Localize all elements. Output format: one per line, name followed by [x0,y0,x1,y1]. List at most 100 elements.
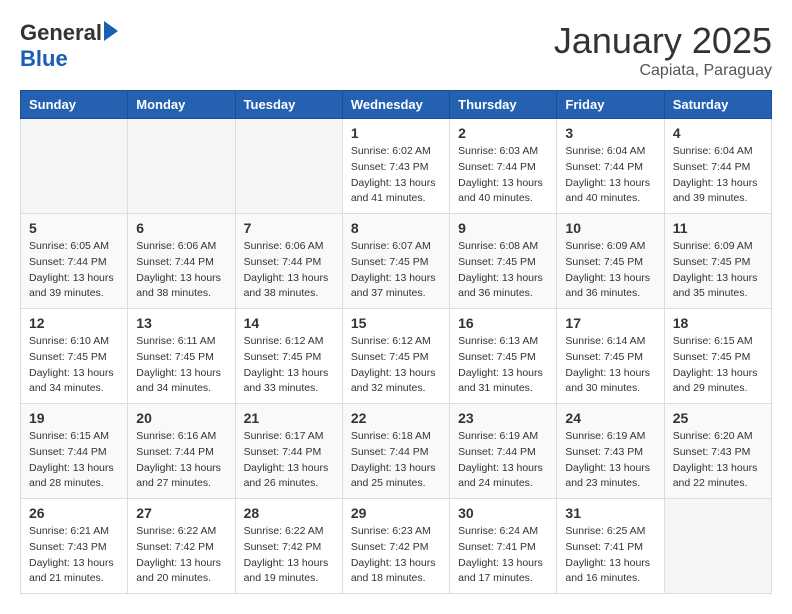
calendar-cell: 19 Sunrise: 6:15 AMSunset: 7:44 PMDayligh… [21,404,128,499]
calendar-cell: 5 Sunrise: 6:05 AMSunset: 7:44 PMDaylight… [21,214,128,309]
calendar-cell: 9 Sunrise: 6:08 AMSunset: 7:45 PMDaylight… [450,214,557,309]
weekday-header-wednesday: Wednesday [342,91,449,119]
weekday-header-thursday: Thursday [450,91,557,119]
day-info: Sunrise: 6:19 AMSunset: 7:43 PMDaylight:… [565,429,655,492]
day-number: 19 [29,410,119,426]
day-number: 13 [136,315,226,331]
day-info: Sunrise: 6:19 AMSunset: 7:44 PMDaylight:… [458,429,548,492]
day-number: 5 [29,220,119,236]
day-number: 16 [458,315,548,331]
calendar-cell [21,119,128,214]
day-info: Sunrise: 6:07 AMSunset: 7:45 PMDaylight:… [351,239,441,302]
day-info: Sunrise: 6:04 AMSunset: 7:44 PMDaylight:… [565,144,655,207]
day-number: 9 [458,220,548,236]
logo-blue-text: Blue [20,46,68,72]
calendar-cell: 26 Sunrise: 6:21 AMSunset: 7:43 PMDayligh… [21,499,128,594]
location-subtitle: Capiata, Paraguay [554,62,772,80]
logo-arrow-icon [104,21,118,41]
calendar-cell: 13 Sunrise: 6:11 AMSunset: 7:45 PMDayligh… [128,309,235,404]
day-info: Sunrise: 6:02 AMSunset: 7:43 PMDaylight:… [351,144,441,207]
day-number: 25 [673,410,763,426]
calendar-cell: 16 Sunrise: 6:13 AMSunset: 7:45 PMDayligh… [450,309,557,404]
calendar-cell: 25 Sunrise: 6:20 AMSunset: 7:43 PMDayligh… [664,404,771,499]
calendar-cell: 23 Sunrise: 6:19 AMSunset: 7:44 PMDayligh… [450,404,557,499]
calendar-cell: 3Sunrise: 6:04 AMSunset: 7:44 PMDaylight… [557,119,664,214]
day-info: Sunrise: 6:12 AMSunset: 7:45 PMDaylight:… [244,334,334,397]
day-info: Sunrise: 6:09 AMSunset: 7:45 PMDaylight:… [565,239,655,302]
day-number: 1 [351,125,441,141]
day-info: Sunrise: 6:22 AMSunset: 7:42 PMDaylight:… [136,524,226,587]
calendar-cell: 30Sunrise: 6:24 AMSunset: 7:41 PMDayligh… [450,499,557,594]
calendar-cell: 11 Sunrise: 6:09 AMSunset: 7:45 PMDayligh… [664,214,771,309]
day-info: Sunrise: 6:11 AMSunset: 7:45 PMDaylight:… [136,334,226,397]
title-block: January 2025 Capiata, Paraguay [554,20,772,80]
day-info: Sunrise: 6:22 AMSunset: 7:42 PMDaylight:… [244,524,334,587]
day-info: Sunrise: 6:15 AMSunset: 7:44 PMDaylight:… [29,429,119,492]
day-number: 6 [136,220,226,236]
day-info: Sunrise: 6:14 AMSunset: 7:45 PMDaylight:… [565,334,655,397]
day-info: Sunrise: 6:15 AMSunset: 7:45 PMDaylight:… [673,334,763,397]
day-number: 14 [244,315,334,331]
day-info: Sunrise: 6:10 AMSunset: 7:45 PMDaylight:… [29,334,119,397]
day-info: Sunrise: 6:13 AMSunset: 7:45 PMDaylight:… [458,334,548,397]
calendar-cell: 17 Sunrise: 6:14 AMSunset: 7:45 PMDayligh… [557,309,664,404]
calendar-cell [235,119,342,214]
month-title: January 2025 [554,20,772,62]
weekday-header-tuesday: Tuesday [235,91,342,119]
day-info: Sunrise: 6:12 AMSunset: 7:45 PMDaylight:… [351,334,441,397]
calendar-cell: 20 Sunrise: 6:16 AMSunset: 7:44 PMDayligh… [128,404,235,499]
day-number: 17 [565,315,655,331]
day-info: Sunrise: 6:21 AMSunset: 7:43 PMDaylight:… [29,524,119,587]
calendar-cell: 24 Sunrise: 6:19 AMSunset: 7:43 PMDayligh… [557,404,664,499]
calendar-cell: 7Sunrise: 6:06 AMSunset: 7:44 PMDaylight… [235,214,342,309]
day-info: Sunrise: 6:17 AMSunset: 7:44 PMDaylight:… [244,429,334,492]
calendar-cell: 1 Sunrise: 6:02 AMSunset: 7:43 PMDaylight… [342,119,449,214]
day-info: Sunrise: 6:06 AMSunset: 7:44 PMDaylight:… [244,239,334,302]
calendar-cell: 31 Sunrise: 6:25 AMSunset: 7:41 PMDayligh… [557,499,664,594]
day-info: Sunrise: 6:08 AMSunset: 7:45 PMDaylight:… [458,239,548,302]
day-number: 22 [351,410,441,426]
calendar-cell: 18 Sunrise: 6:15 AMSunset: 7:45 PMDayligh… [664,309,771,404]
day-info: Sunrise: 6:24 AMSunset: 7:41 PMDaylight:… [458,524,548,587]
day-number: 12 [29,315,119,331]
weekday-header-sunday: Sunday [21,91,128,119]
calendar-cell [128,119,235,214]
calendar-cell: 28Sunrise: 6:22 AMSunset: 7:42 PMDayligh… [235,499,342,594]
day-info: Sunrise: 6:05 AMSunset: 7:44 PMDaylight:… [29,239,119,302]
calendar-cell [664,499,771,594]
day-number: 20 [136,410,226,426]
day-info: Sunrise: 6:23 AMSunset: 7:42 PMDaylight:… [351,524,441,587]
calendar-cell: 27 Sunrise: 6:22 AMSunset: 7:42 PMDayligh… [128,499,235,594]
page-header: General Blue January 2025 Capiata, Parag… [20,20,772,80]
weekday-header-friday: Friday [557,91,664,119]
calendar-week-row: 1 Sunrise: 6:02 AMSunset: 7:43 PMDaylight… [21,119,772,214]
logo-general-text: General [20,20,102,46]
calendar-cell: 29 Sunrise: 6:23 AMSunset: 7:42 PMDayligh… [342,499,449,594]
day-number: 26 [29,505,119,521]
calendar-week-row: 26 Sunrise: 6:21 AMSunset: 7:43 PMDayligh… [21,499,772,594]
calendar-cell: 22Sunrise: 6:18 AMSunset: 7:44 PMDayligh… [342,404,449,499]
calendar-header-row: SundayMondayTuesdayWednesdayThursdayFrid… [21,91,772,119]
day-number: 11 [673,220,763,236]
day-info: Sunrise: 6:09 AMSunset: 7:45 PMDaylight:… [673,239,763,302]
logo: General Blue [20,20,118,72]
calendar-cell: 21Sunrise: 6:17 AMSunset: 7:44 PMDayligh… [235,404,342,499]
calendar-cell: 10 Sunrise: 6:09 AMSunset: 7:45 PMDayligh… [557,214,664,309]
day-number: 8 [351,220,441,236]
day-number: 10 [565,220,655,236]
day-info: Sunrise: 6:16 AMSunset: 7:44 PMDaylight:… [136,429,226,492]
weekday-header-monday: Monday [128,91,235,119]
day-info: Sunrise: 6:25 AMSunset: 7:41 PMDaylight:… [565,524,655,587]
day-number: 29 [351,505,441,521]
day-number: 27 [136,505,226,521]
calendar-cell: 8 Sunrise: 6:07 AMSunset: 7:45 PMDaylight… [342,214,449,309]
calendar-cell: 2Sunrise: 6:03 AMSunset: 7:44 PMDaylight… [450,119,557,214]
calendar-week-row: 19 Sunrise: 6:15 AMSunset: 7:44 PMDayligh… [21,404,772,499]
day-number: 23 [458,410,548,426]
calendar-table: SundayMondayTuesdayWednesdayThursdayFrid… [20,90,772,594]
day-number: 18 [673,315,763,331]
day-number: 24 [565,410,655,426]
day-number: 31 [565,505,655,521]
calendar-cell: 15Sunrise: 6:12 AMSunset: 7:45 PMDayligh… [342,309,449,404]
day-info: Sunrise: 6:20 AMSunset: 7:43 PMDaylight:… [673,429,763,492]
